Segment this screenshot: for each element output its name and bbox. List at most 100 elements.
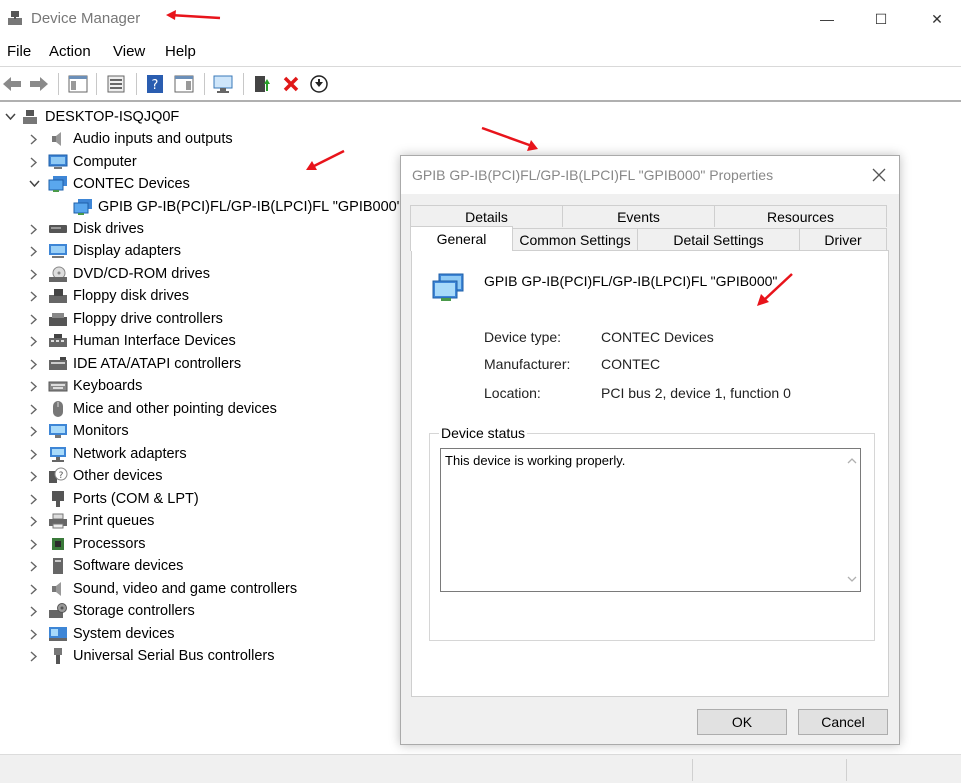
toolbar-separator xyxy=(136,73,137,95)
chevron-right-icon[interactable] xyxy=(28,133,40,145)
tree-item-display[interactable]: Display adapters xyxy=(0,240,181,262)
annotation-arrow xyxy=(757,273,793,306)
tree-item-hid[interactable]: Human Interface Devices xyxy=(0,330,236,352)
action-pane-icon[interactable] xyxy=(172,72,196,96)
chevron-right-icon[interactable] xyxy=(28,583,40,595)
chevron-right-icon[interactable] xyxy=(28,156,40,168)
tree-item-sound[interactable]: Sound, video and game controllers xyxy=(0,578,297,600)
manufacturer-label: Manufacturer: xyxy=(484,356,571,372)
chevron-down-icon[interactable] xyxy=(4,111,16,123)
chevron-right-icon[interactable] xyxy=(28,245,40,257)
status-scrollbar[interactable] xyxy=(843,449,860,591)
chevron-right-icon[interactable] xyxy=(28,223,40,235)
tree-item-software[interactable]: Software devices xyxy=(0,555,183,577)
tree-item-gpib-device[interactable]: GPIB GP-IB(PCI)FL/GP-IB(LPCI)FL "GPIB000… xyxy=(0,196,402,218)
floppy-disk-icon xyxy=(48,287,68,305)
tree-item-dvd[interactable]: DVD/CD-ROM drives xyxy=(0,263,210,285)
tab-resources[interactable]: Resources xyxy=(714,205,887,227)
tree-item-contec[interactable]: CONTEC Devices xyxy=(0,173,190,195)
tree-item-monitors[interactable]: Monitors xyxy=(0,420,129,442)
chevron-right-icon[interactable] xyxy=(28,628,40,640)
chevron-right-icon[interactable] xyxy=(28,313,40,325)
tree-item-label: Monitors xyxy=(73,423,129,439)
minimize-button[interactable]: — xyxy=(810,6,844,32)
cancel-button[interactable]: Cancel xyxy=(798,709,888,735)
tree-item-processors[interactable]: Processors xyxy=(0,533,146,555)
scan-hardware-icon[interactable] xyxy=(211,72,235,96)
tab-driver[interactable]: Driver xyxy=(799,228,887,250)
computer-icon xyxy=(48,153,68,171)
display-icon xyxy=(48,242,68,260)
chevron-right-icon[interactable] xyxy=(28,358,40,370)
tree-item-label: Human Interface Devices xyxy=(73,333,236,349)
tree-root[interactable]: DESKTOP-ISQJQ0F xyxy=(0,106,179,128)
properties-icon[interactable] xyxy=(104,72,128,96)
maximize-button[interactable]: ☐ xyxy=(864,6,898,32)
device-manager-icon xyxy=(6,9,24,27)
menu-action[interactable]: Action xyxy=(49,43,91,60)
chevron-right-icon[interactable] xyxy=(28,425,40,437)
dialog-title-bar: GPIB GP-IB(PCI)FL/GP-IB(LPCI)FL "GPIB000… xyxy=(401,156,899,194)
help-icon[interactable]: ? xyxy=(143,72,167,96)
chevron-right-icon[interactable] xyxy=(28,515,40,527)
disable-device-icon[interactable] xyxy=(307,72,331,96)
chevron-right-icon[interactable] xyxy=(28,560,40,572)
contec-icon xyxy=(48,175,68,193)
tree-item-label: Universal Serial Bus controllers xyxy=(73,648,275,664)
device-status-textbox[interactable]: This device is working properly. xyxy=(440,448,861,592)
dialog-close-icon[interactable] xyxy=(869,165,889,185)
tree-item-floppy-disk[interactable]: Floppy disk drives xyxy=(0,285,189,307)
sound-icon xyxy=(48,580,68,598)
tree-item-computer[interactable]: Computer xyxy=(0,151,137,173)
ports-icon xyxy=(48,490,68,508)
tree-item-label: Software devices xyxy=(73,558,184,574)
tree-item-storage[interactable]: Storage controllers xyxy=(0,600,195,622)
tab-detail-settings[interactable]: Detail Settings xyxy=(637,228,800,250)
storage-icon xyxy=(48,602,68,620)
tab-common-settings[interactable]: Common Settings xyxy=(512,228,638,250)
tree-item-system[interactable]: System devices xyxy=(0,623,175,645)
chevron-right-icon[interactable] xyxy=(28,470,40,482)
uninstall-icon[interactable] xyxy=(279,72,303,96)
tree-item-print[interactable]: Print queues xyxy=(0,510,154,532)
tree-item-other[interactable]: ? Other devices xyxy=(0,465,162,487)
chevron-right-icon[interactable] xyxy=(28,448,40,460)
tab-events[interactable]: Events xyxy=(562,205,715,227)
chevron-right-icon[interactable] xyxy=(28,403,40,415)
tree-item-network[interactable]: Network adapters xyxy=(0,443,187,465)
tree-item-ports[interactable]: Ports (COM & LPT) xyxy=(0,488,199,510)
status-divider xyxy=(692,759,693,781)
update-driver-icon[interactable] xyxy=(250,72,274,96)
forward-icon[interactable] xyxy=(27,72,51,96)
tree-item-audio[interactable]: Audio inputs and outputs xyxy=(0,128,233,150)
scroll-down-icon[interactable] xyxy=(846,573,857,584)
menu-view[interactable]: View xyxy=(113,43,145,60)
tree-item-label: Sound, video and game controllers xyxy=(73,581,298,597)
close-button[interactable]: ✕ xyxy=(920,6,954,32)
chevron-right-icon[interactable] xyxy=(28,605,40,617)
menu-file[interactable]: File xyxy=(7,43,31,60)
ok-button[interactable]: OK xyxy=(697,709,787,735)
tree-item-usb[interactable]: Universal Serial Bus controllers xyxy=(0,645,274,667)
chevron-right-icon[interactable] xyxy=(28,493,40,505)
chevron-right-icon[interactable] xyxy=(28,380,40,392)
chevron-right-icon[interactable] xyxy=(28,650,40,662)
chevron-right-icon[interactable] xyxy=(28,290,40,302)
tree-item-floppy-ctrl[interactable]: Floppy drive controllers xyxy=(0,308,223,330)
scroll-up-icon[interactable] xyxy=(846,455,857,466)
chevron-right-icon[interactable] xyxy=(28,268,40,280)
back-icon[interactable] xyxy=(0,72,24,96)
chevron-right-icon[interactable] xyxy=(28,335,40,347)
tree-item-keyboards[interactable]: Keyboards xyxy=(0,375,142,397)
tree-item-mice[interactable]: Mice and other pointing devices xyxy=(0,398,277,420)
tree-item-label: Keyboards xyxy=(73,378,143,394)
chevron-right-icon[interactable] xyxy=(28,538,40,550)
tab-details[interactable]: Details xyxy=(410,205,563,227)
tree-item-disk[interactable]: Disk drives xyxy=(0,218,144,240)
show-hide-console-tree-icon[interactable] xyxy=(66,72,90,96)
tab-general[interactable]: General xyxy=(410,226,513,251)
system-icon xyxy=(48,625,68,643)
chevron-down-icon[interactable] xyxy=(28,178,40,190)
tree-item-ide[interactable]: IDE ATA/ATAPI controllers xyxy=(0,353,241,375)
menu-help[interactable]: Help xyxy=(165,43,196,60)
